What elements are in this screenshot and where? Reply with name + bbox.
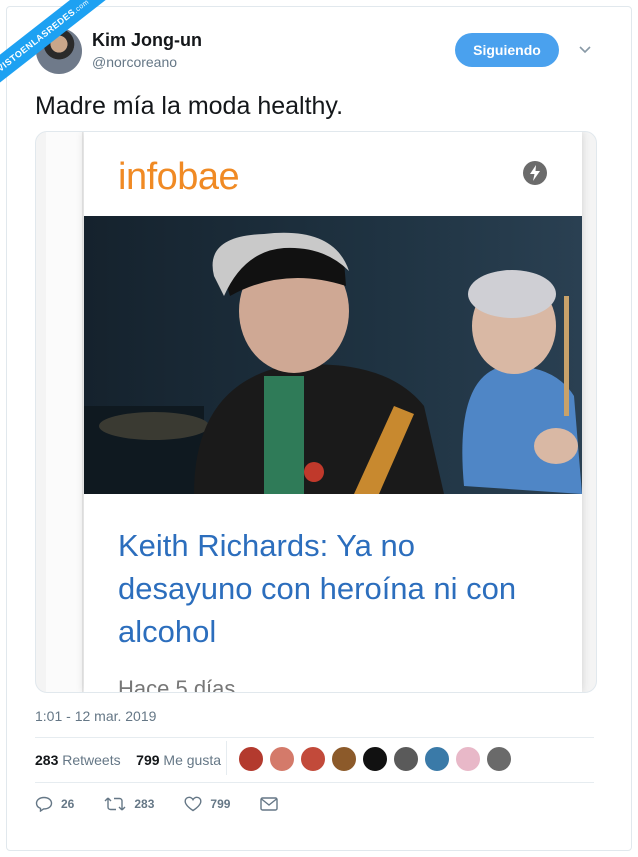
- retweet-button[interactable]: 283: [104, 796, 154, 812]
- liker-avatars: [238, 746, 517, 772]
- liker-avatar[interactable]: [424, 746, 450, 772]
- article-headline[interactable]: Keith Richards: Ya no desayuno con heroí…: [118, 524, 558, 653]
- article-preview[interactable]: infobae Keith Richards: Ya no desayuno c…: [84, 132, 582, 692]
- action-bar: 26 283 799: [35, 796, 316, 812]
- liker-avatar[interactable]: [486, 746, 512, 772]
- chevron-down-icon[interactable]: [578, 42, 592, 56]
- retweet-count: 283: [134, 797, 155, 811]
- like-count: 799: [210, 797, 231, 811]
- liker-avatar[interactable]: [331, 746, 357, 772]
- divider-top: [35, 737, 594, 738]
- liker-avatar[interactable]: [362, 746, 388, 772]
- retweets-count[interactable]: 283: [35, 752, 58, 768]
- following-button[interactable]: Siguiendo: [455, 33, 559, 67]
- watermark-suffix: .com: [72, 0, 91, 15]
- lightning-icon: [523, 161, 547, 185]
- liker-avatar[interactable]: [300, 746, 326, 772]
- brand-logo: infobae: [118, 156, 240, 198]
- like-button[interactable]: 799: [184, 796, 230, 812]
- tweet-timestamp[interactable]: 1:01 - 12 mar. 2019: [35, 708, 156, 724]
- likes-count[interactable]: 799: [136, 752, 159, 768]
- author-handle[interactable]: @norcoreano: [92, 54, 177, 70]
- heart-icon: [184, 796, 202, 812]
- envelope-icon: [260, 797, 279, 811]
- message-button[interactable]: [260, 797, 286, 811]
- likes-label[interactable]: Me gusta: [163, 752, 221, 768]
- card-left-edge: [46, 132, 83, 692]
- divider-bottom: [35, 782, 594, 783]
- liker-avatar[interactable]: [238, 746, 264, 772]
- liker-avatar[interactable]: [269, 746, 295, 772]
- article-time: Hace 5 días: [118, 676, 236, 693]
- article-card[interactable]: infobae Keith Richards: Ya no desayuno c…: [35, 131, 597, 693]
- author-name[interactable]: Kim Jong-un: [92, 30, 202, 51]
- retweets-label[interactable]: Retweets: [62, 752, 120, 768]
- liker-avatar[interactable]: [455, 746, 481, 772]
- reply-button[interactable]: 26: [35, 796, 74, 812]
- retweet-icon: [104, 797, 126, 811]
- liker-avatar[interactable]: [393, 746, 419, 772]
- article-photo: [84, 216, 582, 494]
- stats-separator: [226, 741, 227, 775]
- reply-count: 26: [61, 797, 75, 811]
- engagement-stats: 283 Retweets 799 Me gusta: [35, 752, 221, 768]
- reply-icon: [35, 796, 53, 812]
- tweet-text: Madre mía la moda healthy.: [35, 92, 344, 120]
